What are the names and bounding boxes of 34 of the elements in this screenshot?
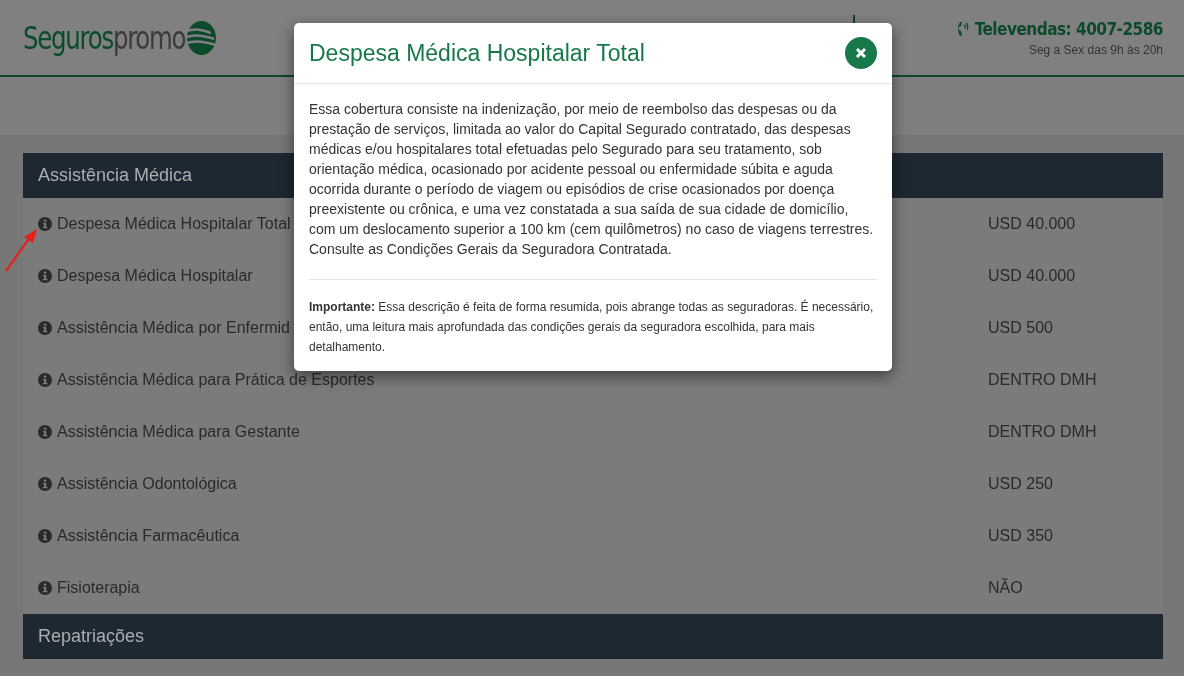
- info-icon[interactable]: [38, 373, 52, 387]
- arrow-annotation: [4, 229, 38, 273]
- info-icon[interactable]: [38, 321, 52, 335]
- coverage-value: DENTRO DMH: [988, 423, 1098, 441]
- opening-hours: Seg a Sex das 9h às 20h: [1028, 42, 1163, 57]
- coverage-value: USD 500: [988, 319, 1054, 337]
- info-icon[interactable]: [38, 269, 52, 283]
- section-header: Repatriações: [23, 614, 1163, 659]
- disclaimer-note: Importante: Essa descrição é feita de forma resumida, pois abrange todas as seguradoras. É necessário, então, uma leitura mais aprofundada das condições gerais da seguradora escolhida, para mais detalhamento.: [309, 298, 875, 356]
- info-icon[interactable]: [38, 425, 52, 439]
- coverage-value: USD 40.000: [988, 215, 1077, 233]
- coverage-label: Assistência Odontológica: [57, 475, 237, 493]
- close-button[interactable]: [845, 37, 877, 69]
- coverage-label: Assistência Médica para Prática de Esportes: [57, 371, 375, 389]
- coverage-value: DENTRO DMH: [988, 371, 1098, 389]
- coverage-label: Despesa Médica Hospitalar Total: [57, 215, 291, 233]
- close-icon: [855, 47, 867, 59]
- phone-number[interactable]: Televendas: 4007-2586: [954, 18, 1163, 39]
- coverage-value: USD 350: [988, 527, 1054, 545]
- info-icon[interactable]: [38, 217, 52, 231]
- coverage-value: USD 40.000: [988, 267, 1077, 285]
- coverage-label: Assistência Farmacêutica: [57, 527, 240, 545]
- coverage-label: Fisioterapia: [57, 579, 140, 597]
- info-icon[interactable]: [38, 477, 52, 491]
- coverage-label: Assistência Médica por Enfermid: [57, 319, 290, 337]
- coverage-label: Assistência Médica para Gestante: [57, 423, 300, 441]
- coverage-value: USD 250: [988, 475, 1054, 493]
- globe-icon: [185, 18, 218, 57]
- modal-title: Despesa Médica Hospitalar Total: [309, 39, 645, 67]
- info-icon[interactable]: [38, 581, 52, 595]
- coverage-label: Despesa Médica Hospitalar: [57, 267, 253, 285]
- coverage-value: NÃO: [988, 579, 1024, 597]
- site-logo[interactable]: Segurospromo: [23, 18, 218, 57]
- info-icon[interactable]: [38, 529, 52, 543]
